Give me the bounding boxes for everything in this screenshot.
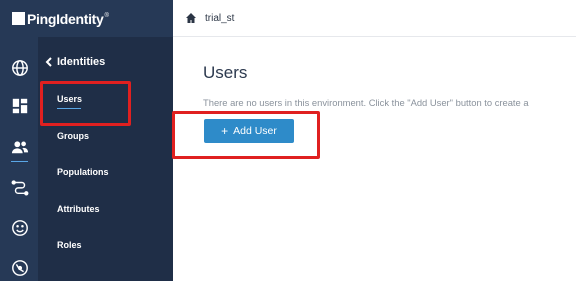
logo-mark	[12, 12, 25, 25]
brand-logo[interactable]: PingIdentity ®	[0, 0, 173, 37]
highlight-add-user	[172, 111, 320, 159]
top-header: trial_st	[173, 0, 576, 37]
settings-icon[interactable]	[10, 258, 29, 277]
environment-breadcrumb[interactable]: trial_st	[205, 13, 234, 24]
subnav-item-attributes[interactable]: Attributes	[57, 204, 100, 214]
subnav-item-roles[interactable]: Roles	[57, 240, 82, 250]
logo-text: PingIdentity	[27, 10, 104, 27]
empty-state-message: There are no users in this environment. …	[203, 97, 529, 108]
active-indicator	[11, 161, 28, 162]
page-title: Users	[203, 63, 248, 82]
chevron-left-icon	[45, 57, 52, 67]
experiences-icon[interactable]	[10, 218, 29, 237]
subnav-item-groups[interactable]: Groups	[57, 131, 89, 141]
home-icon[interactable]	[185, 12, 197, 24]
dashboard-icon[interactable]	[10, 96, 29, 115]
subnav-panel: Identities Users Groups Populations Attr…	[38, 37, 173, 281]
back-to-identities[interactable]: Identities	[45, 56, 105, 68]
users-icon[interactable]	[10, 137, 29, 156]
logo-trademark: ®	[104, 12, 109, 19]
app-window: PingIdentity ® Identities Users Groups P…	[0, 0, 576, 281]
back-label: Identities	[57, 56, 106, 68]
globe-icon[interactable]	[10, 58, 29, 77]
connections-icon[interactable]	[10, 177, 29, 196]
icon-rail	[0, 37, 38, 281]
highlight-users-nav	[40, 81, 131, 126]
subnav-item-populations[interactable]: Populations	[57, 167, 109, 177]
